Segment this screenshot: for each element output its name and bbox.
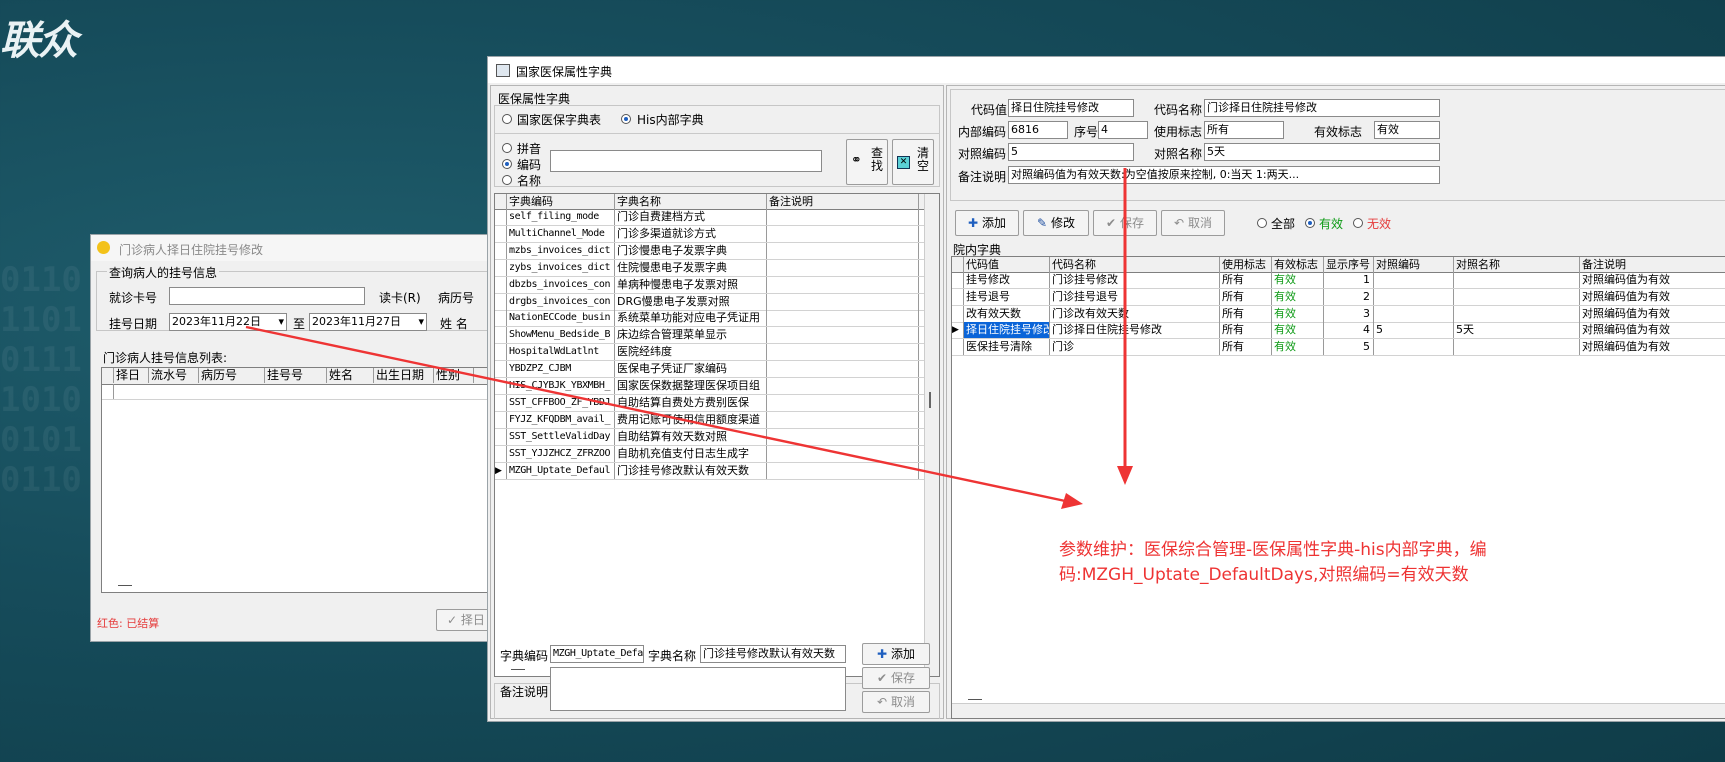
arrow-head — [1117, 466, 1133, 485]
arrow-to-dict-grid — [245, 325, 1071, 504]
arrow-head — [1061, 493, 1083, 509]
annotation-arrows — [245, 168, 1133, 509]
annotation-note: 参数维护：医保综合管理-医保属性字典-his内部字典，编 码:MZGH_Upta… — [1059, 540, 1487, 585]
